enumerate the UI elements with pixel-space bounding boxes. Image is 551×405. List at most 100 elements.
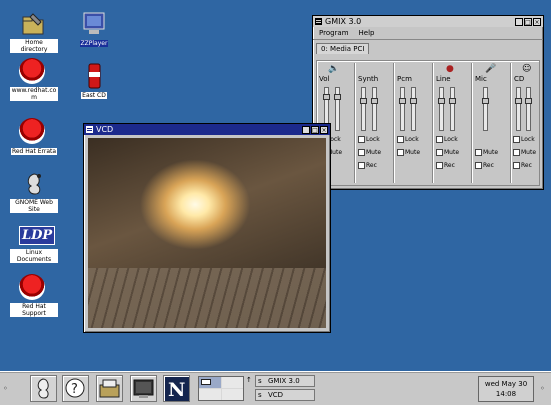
pager-desktop-4[interactable] [221,389,243,400]
task-vcd[interactable]: ꜱ VCD [255,389,315,401]
cd-slider-left[interactable] [515,87,522,131]
mute-checkbox[interactable]: Mute [513,149,536,156]
mute-checkbox[interactable]: Mute [436,149,459,156]
rec-checkbox[interactable]: Rec [513,162,532,169]
rec-checkbox[interactable]: Rec [475,162,494,169]
video-frame[interactable] [88,138,326,328]
pcm-slider-right[interactable] [410,87,417,131]
lock-checkbox[interactable]: Lock [436,136,458,143]
ldp-logo-text: LDP [19,226,56,245]
tasklist-arrow[interactable]: ↑ [246,376,252,384]
desktop-icon-home-directory[interactable]: Home directory [10,10,58,53]
close-button[interactable]: × [320,125,328,134]
soda-can-icon [79,62,109,90]
line-slider-right[interactable] [449,87,456,131]
mic-slider[interactable] [482,87,489,131]
channel-synth: Synth Lock Mute Rec [356,61,392,185]
pager-desktop-1[interactable] [199,377,221,388]
maximize-button[interactable]: □ [524,17,532,26]
rec-label: Rec [444,162,455,169]
mute-checkbox[interactable]: Mute [397,149,420,156]
desktop-icon-gnome-web-site[interactable]: GNOME Web Site [10,170,58,213]
desktop-icon-redhat-errata[interactable]: Red Hat Errata [10,118,58,155]
channel-name: Vol [319,75,330,83]
mute-label: Mute [366,149,382,156]
svg-text:N: N [168,379,185,401]
channel-cd: ☺ CD Lock Mute Rec [512,61,542,185]
pager-desktop-3[interactable] [199,389,221,400]
desktop-icon-label: Red Hat Errata [10,148,58,155]
launcher-file-manager[interactable] [96,375,123,402]
terminal-icon [133,379,154,398]
launcher-help[interactable]: ? [62,375,89,402]
lock-label: Lock [366,136,380,143]
svg-text:?: ? [71,382,78,397]
rec-checkbox[interactable]: Rec [436,162,455,169]
desktop-icon-label: East CD [81,92,107,99]
channel-name: Line [436,75,451,83]
launcher-terminal[interactable] [130,375,157,402]
pager-desktop-2[interactable] [221,377,243,388]
desktop-icon-label: Linux Documents [10,249,58,263]
lock-label: Lock [405,136,419,143]
desktop-icon-zzplayer[interactable]: ZZPlayer [70,10,118,47]
synth-slider-left[interactable] [360,87,367,131]
red-hat-icon [19,274,49,302]
channel-name: Pcm [397,75,412,83]
window-menu-icon[interactable] [86,126,93,133]
desktop-icon-redhat-com[interactable]: www.redhat.com [10,58,58,101]
lock-checkbox[interactable]: Lock [397,136,419,143]
gnome-foot-icon [19,170,49,198]
panel-hide-left-button[interactable]: ◦ [3,384,10,393]
minimize-button[interactable]: _ [515,17,523,26]
tab-media-pci[interactable]: 0: Media PCI [316,43,370,54]
window-menu-icon[interactable] [315,18,322,25]
menu-help[interactable]: Help [359,29,375,37]
rec-label: Rec [366,162,377,169]
rec-checkbox[interactable]: Rec [358,162,377,169]
cd-slider-right[interactable] [525,87,532,131]
lock-checkbox[interactable]: Lock [513,136,535,143]
volume-slider-right[interactable] [334,87,341,131]
panel-hide-right-button[interactable]: ◦ [540,384,547,393]
desktop-pager[interactable] [198,376,244,401]
close-button[interactable]: × [533,17,541,26]
pcm-slider-left[interactable] [399,87,406,131]
launcher-netscape[interactable]: N [163,375,190,402]
netscape-icon: N [168,379,185,401]
channel-mic: 🎤 Mic Mute Rec [473,61,509,185]
mute-checkbox[interactable]: Mute [358,149,381,156]
launcher-gnome-foot[interactable] [30,375,57,402]
channel-name: CD [514,75,525,83]
desktop-icon-east-cd[interactable]: East CD [70,62,118,99]
menu-program[interactable]: Program [319,29,349,37]
clock-date: wed May 30 [484,380,528,388]
lock-checkbox[interactable]: Lock [358,136,380,143]
minimize-button[interactable]: _ [302,125,310,134]
line-slider-left[interactable] [438,87,445,131]
desktop-icon-redhat-support[interactable]: Red Hat Support [10,274,58,317]
task-label: VCD [268,391,284,399]
panel-clock[interactable]: wed May 30 14:08 [478,376,534,402]
synth-slider-right[interactable] [371,87,378,131]
red-hat-icon [19,118,49,146]
task-label: GMIX 3.0 [268,377,300,385]
mute-checkbox[interactable]: Mute [475,149,498,156]
gnome-foot-icon [37,378,49,399]
gmix-titlebar[interactable]: GMIX 3.0 _ □ × [313,16,543,27]
speaker-icon: 🔈 [328,64,340,74]
red-hat-icon [19,58,49,86]
gnome-panel: ◦ ? N ↑ ꜱ GMIX 3.0 ꜱ VCD wed May 30 14:0… [0,371,551,405]
task-gmix[interactable]: ꜱ GMIX 3.0 [255,375,315,387]
channel-pcm: Pcm Lock Mute [395,61,431,185]
lock-label: Lock [444,136,458,143]
gnome-foot-icon: ꜱ [258,391,262,399]
maximize-button[interactable]: □ [311,125,319,134]
gnome-foot-icon: ꜱ [258,377,262,385]
vcd-window: VCD _ □ × [83,123,331,333]
vcd-titlebar[interactable]: VCD _ □ × [84,124,330,135]
desktop-icon-label: Home directory [10,39,58,53]
desktop-icon-linux-documents[interactable]: LDP Linux Documents [10,226,58,263]
ldp-logo-icon: LDP [19,226,56,248]
monitor-icon [79,10,109,38]
